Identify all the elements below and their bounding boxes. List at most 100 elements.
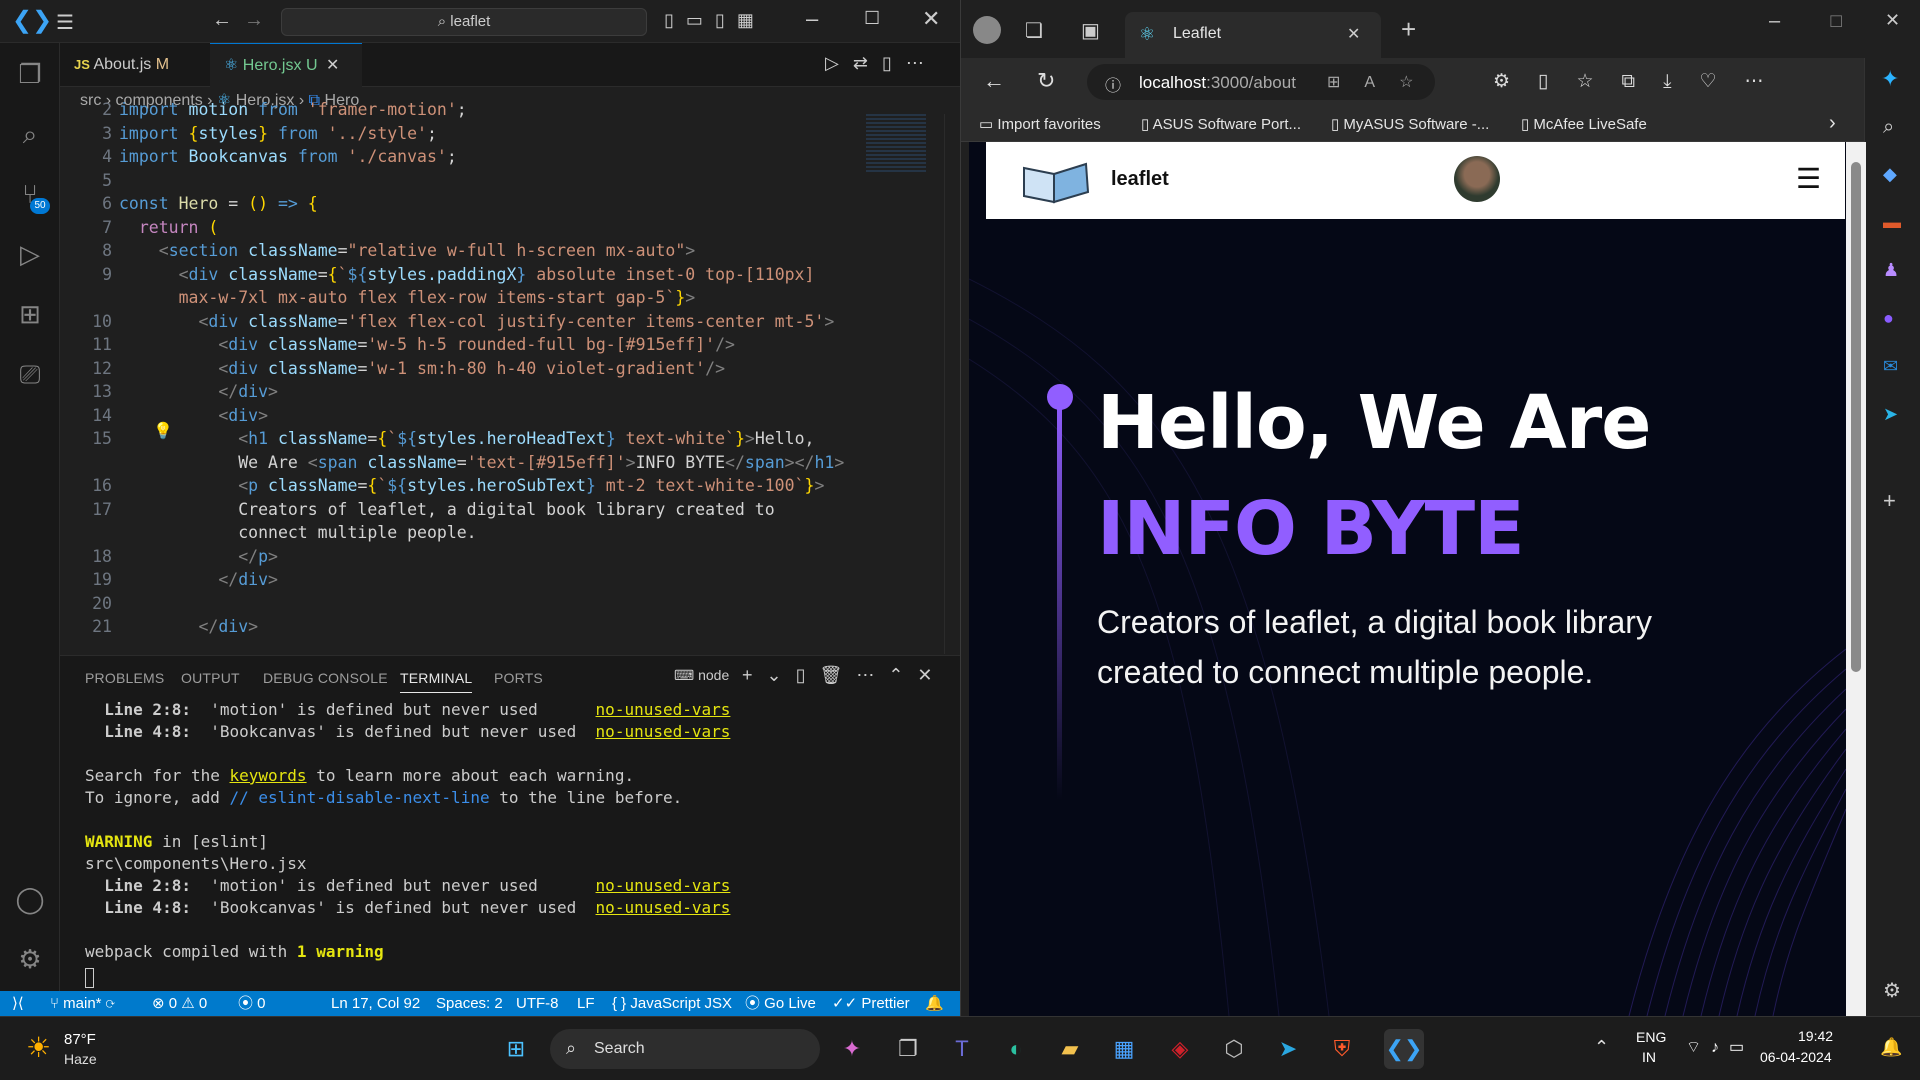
favorite-myasus[interactable]: ▯ MyASUS Software -... <box>1331 115 1489 133</box>
tab-actions-icon[interactable]: ▣ <box>1081 18 1100 43</box>
go-live[interactable]: ⦿ Go Live <box>745 991 816 1016</box>
site-info-icon[interactable]: ⓘ <box>1105 72 1121 96</box>
back-arrow-icon[interactable]: ← <box>983 68 1005 94</box>
copilot-app-icon[interactable]: ✦ <box>832 1029 872 1069</box>
favorite-asus-portal[interactable]: ▯ ASUS Software Port... <box>1141 115 1301 133</box>
account-icon[interactable]: ◯ <box>14 883 46 915</box>
minimize-button[interactable]: – <box>806 6 818 32</box>
forward-arrow-icon[interactable]: → <box>244 9 264 32</box>
editor-scrollbar[interactable] <box>944 114 958 654</box>
system-tray-icons[interactable]: ⌔♪▭ <box>1686 1037 1754 1057</box>
tab-problems[interactable]: PROBLEMS <box>85 670 164 686</box>
tab-output[interactable]: OUTPUT <box>181 670 240 686</box>
taskbar-search[interactable]: ⌕ Search <box>550 1029 820 1069</box>
remote-icon[interactable]: ⟩⟨ <box>12 991 24 1016</box>
cursor-position[interactable]: Ln 17, Col 92 <box>331 991 420 1016</box>
code-editor[interactable]: 2 import motion from 'framer-motion'; 3 imp… <box>60 100 960 654</box>
remote-explorer-icon[interactable]: ⎚ <box>14 358 46 390</box>
tab-ports[interactable]: PORTS <box>494 670 543 686</box>
clock-date[interactable]: 06-04-2024 <box>1760 1049 1832 1065</box>
notifications-bell-icon[interactable]: 🔔 <box>925 991 944 1016</box>
browser-tab-leaflet[interactable]: ⚛ Leaflet ✕ <box>1125 12 1381 58</box>
start-windows-icon[interactable]: ⊞ <box>496 1029 536 1069</box>
language-mode[interactable]: { } JavaScript JSX <box>612 991 732 1016</box>
search-icon[interactable]: ⌕ <box>1883 116 1894 139</box>
settings-gear-icon[interactable]: ⚙ <box>14 943 46 975</box>
brand-name[interactable]: leaflet <box>1111 168 1169 191</box>
lightbulb-icon[interactable]: 💡 <box>153 421 173 440</box>
branch-indicator[interactable]: ⑂ main* ⟳ <box>50 991 115 1016</box>
chevron-right-icon[interactable]: › <box>1829 112 1836 135</box>
browser-toolbar-icons[interactable]: ⚙▯☆⧉⤓♡⋯ <box>1493 70 1792 93</box>
prettier[interactable]: ✓✓ Prettier <box>832 991 910 1016</box>
store-icon[interactable]: ▦ <box>1104 1029 1144 1069</box>
weather-label[interactable]: Haze <box>64 1051 97 1067</box>
language-region[interactable]: IN <box>1642 1049 1656 1065</box>
unity-hub-icon[interactable]: ⬡ <box>1214 1029 1254 1069</box>
tag-icon[interactable]: ◆ <box>1883 164 1897 185</box>
line-ending[interactable]: LF <box>577 991 595 1016</box>
favorite-mcafee[interactable]: ▯ McAfee LiveSafe <box>1521 115 1647 133</box>
outlook-icon[interactable]: ✉ <box>1883 356 1898 377</box>
ports-indicator[interactable]: ⦿ 0 <box>238 991 266 1016</box>
temperature[interactable]: 87°F <box>64 1031 96 1048</box>
indentation[interactable]: Spaces: 2 <box>436 991 503 1016</box>
add-icon[interactable]: + <box>1883 488 1896 514</box>
run-debug-icon[interactable]: ▷ <box>14 238 46 270</box>
telegram-icon[interactable]: ➤ <box>1268 1029 1308 1069</box>
weather-icon[interactable]: ☀ <box>26 1031 51 1064</box>
command-search-box[interactable]: ⌕ leaflet <box>281 8 647 36</box>
close-tab-icon[interactable]: ✕ <box>1347 24 1360 44</box>
close-button[interactable]: ✕ <box>922 6 940 32</box>
edge-app-icon[interactable]: ◐ <box>996 1029 1036 1069</box>
back-arrow-icon[interactable]: ← <box>212 9 232 32</box>
encoding[interactable]: UTF-8 <box>516 991 559 1016</box>
page-scrollbar[interactable] <box>1846 142 1866 1016</box>
extensions-icon[interactable]: ⊞ <box>14 298 46 330</box>
new-tab-button[interactable]: + <box>1401 14 1416 45</box>
scrollbar-thumb[interactable] <box>1851 162 1861 672</box>
address-bar-actions[interactable]: ⊞A☆ <box>1327 72 1437 92</box>
toolbox-icon[interactable]: ▬ <box>1883 212 1901 233</box>
search-icon[interactable]: ⌕ <box>14 118 46 150</box>
minimize-button[interactable]: – <box>1769 10 1780 33</box>
tab-about-js[interactable]: JS About.js M <box>60 43 210 87</box>
user-avatar[interactable] <box>1454 156 1500 202</box>
panel-actions[interactable]: +⌄▯🗑⋯⌃✕ <box>742 665 947 686</box>
menu-icon[interactable]: ☰ <box>56 10 74 35</box>
book-logo-icon[interactable] <box>1020 156 1092 204</box>
terminal-shell-selector[interactable]: ⌨ node <box>674 667 729 684</box>
teams-icon[interactable]: T <box>942 1029 982 1069</box>
maximize-button[interactable]: ☐ <box>1829 12 1843 32</box>
close-tab-icon[interactable]: ✕ <box>326 57 339 74</box>
problems-indicator[interactable]: ⊗ 0 ⚠ 0 <box>152 991 207 1016</box>
copilot-icon[interactable]: ✦ <box>1881 66 1899 92</box>
close-button[interactable]: ✕ <box>1885 10 1900 31</box>
profile-avatar[interactable] <box>973 16 1001 44</box>
vscode-app-icon[interactable]: ❮❯ <box>1384 1029 1424 1069</box>
chevron-up-icon[interactable]: ⌃ <box>1594 1037 1609 1058</box>
games-icon[interactable]: ♟ <box>1883 260 1899 281</box>
edge-drop-icon[interactable]: ● <box>1883 308 1894 329</box>
hamburger-menu-icon[interactable]: ☰ <box>1796 162 1821 195</box>
mcafee-icon[interactable]: ◈ <box>1160 1029 1200 1069</box>
workspaces-icon[interactable]: ❏ <box>1025 18 1043 43</box>
minimap[interactable] <box>866 114 926 174</box>
notification-bell-icon[interactable]: 🔔 <box>1880 1037 1902 1058</box>
explorer-icon[interactable]: ❐ <box>14 58 46 90</box>
settings-gear-icon[interactable]: ⚙ <box>1883 978 1901 1003</box>
tab-debug-console[interactable]: DEBUG CONSOLE <box>263 670 388 686</box>
favorite-import[interactable]: ▭ Import favorites <box>979 115 1101 133</box>
send-icon[interactable]: ➤ <box>1883 404 1898 425</box>
task-view-icon[interactable]: ❐ <box>888 1029 928 1069</box>
maximize-button[interactable]: ☐ <box>864 8 880 29</box>
layout-toggles[interactable]: ▯▭▯▦ <box>664 10 766 31</box>
tab-terminal[interactable]: TERMINAL <box>400 670 473 693</box>
file-explorer-icon[interactable]: ▰ <box>1050 1029 1090 1069</box>
brave-icon[interactable]: ⛨ <box>1322 1029 1362 1069</box>
tab-hero-jsx[interactable]: ⚛ Hero.jsx U ✕ <box>210 43 362 87</box>
language-code[interactable]: ENG <box>1636 1029 1666 1045</box>
editor-actions[interactable]: ▷⇄▯⋯ <box>825 53 938 74</box>
clock-time[interactable]: 19:42 <box>1798 1028 1833 1044</box>
refresh-icon[interactable]: ↻ <box>1037 68 1055 94</box>
